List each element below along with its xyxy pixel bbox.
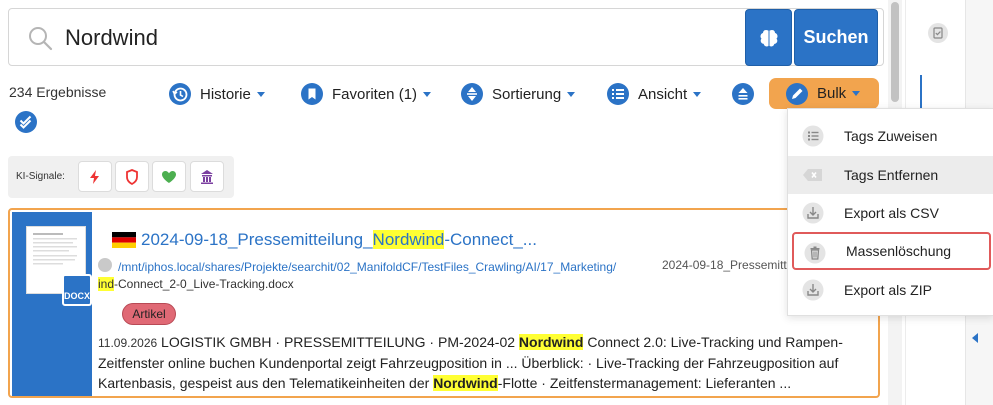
search-button[interactable]: Suchen <box>794 9 878 66</box>
path-highlight: ind <box>98 277 115 291</box>
sort-icon <box>461 83 483 105</box>
bulk-menu-button[interactable]: Bulk <box>769 78 879 109</box>
result-filename: 2024-09-18_Pressemitte <box>662 258 794 272</box>
snippet-highlight: Nordwind <box>433 375 498 391</box>
title-text: 2024-09-18_Pressemitteilung_ <box>141 230 373 249</box>
menu-item-massenloeschung[interactable]: Massenlöschung <box>792 232 991 270</box>
menu-item-export-csv[interactable]: Export als CSV <box>788 194 993 232</box>
snippet-text: LOGISTIK GMBH · PRESSEMITTEILUNG · PM-20… <box>157 334 519 350</box>
favoriten-label: Favoriten (1) <box>332 85 418 103</box>
collapse-arrow-icon[interactable] <box>972 333 978 343</box>
bulk-label: Bulk <box>817 85 847 102</box>
clipboard-check-icon[interactable] <box>927 22 949 44</box>
building-icon <box>201 169 213 184</box>
ki-signal-shield[interactable] <box>115 161 149 192</box>
result-title-link[interactable]: 2024-09-18_Pressemitteilung_Nordwind-Con… <box>141 230 537 250</box>
collapse-toggle[interactable] <box>731 80 763 108</box>
result-count: 234 Ergebnisse <box>9 84 107 100</box>
snippet-date: 11.09.2026 <box>98 336 158 350</box>
document-thumbnail[interactable]: DOCX <box>12 212 92 396</box>
search-icon <box>29 27 53 51</box>
sortierung-label: Sortierung <box>492 85 562 103</box>
menu-item-tags-zuweisen[interactable]: Tags Zuweisen <box>788 117 993 155</box>
brain-icon <box>760 29 777 47</box>
chevron-down-icon <box>693 91 702 97</box>
bookmark-icon <box>301 83 323 105</box>
shield-icon <box>126 168 138 185</box>
result-card[interactable]: DOCX 2024-09-18_Pressemitteilung_Nordwin… <box>8 208 880 398</box>
ansicht-label: Ansicht <box>638 85 688 103</box>
result-snippet: 11.09.2026 LOGISTIK GMBH · PRESSEMITTEIL… <box>98 332 868 393</box>
menu-item-label: Tags Zuweisen <box>844 128 938 144</box>
download-icon <box>802 202 824 224</box>
path-filename: -Connect_2-0_Live-Tracking.docx <box>114 277 294 291</box>
docx-file-icon: DOCX <box>62 274 92 306</box>
ki-signal-building[interactable] <box>190 161 224 192</box>
menu-item-export-zip[interactable]: Export als ZIP <box>788 271 993 309</box>
ansicht-menu[interactable]: Ansicht <box>606 80 702 108</box>
ai-search-button[interactable] <box>745 9 792 66</box>
select-all-check-icon[interactable] <box>14 110 38 134</box>
list-check-icon <box>802 125 824 147</box>
menu-item-tags-entfernen[interactable]: Tags Entfernen <box>788 156 993 194</box>
trash-icon <box>804 242 826 264</box>
heart-icon <box>162 170 176 183</box>
scrollbar-thumb[interactable] <box>891 2 899 102</box>
tag-remove-icon <box>803 169 822 181</box>
snippet-text: -Flotte · Zeitfenstermanagement: Liefera… <box>497 375 792 391</box>
menu-item-label: Tags Entfernen <box>844 167 939 183</box>
menu-item-label: Export als CSV <box>844 205 939 221</box>
historie-menu[interactable]: Historie <box>168 80 265 108</box>
ki-signals-label: KI-Signale: <box>16 171 65 182</box>
snippet-highlight: Nordwind <box>518 334 584 350</box>
menu-item-label: Export als ZIP <box>844 282 932 298</box>
menu-item-label: Massenlöschung <box>846 243 952 259</box>
tag-artikel-badge[interactable]: Artikel <box>122 303 176 325</box>
title-highlight: Nordwind <box>372 230 445 249</box>
chevron-down-icon <box>852 91 861 96</box>
download-icon <box>802 279 824 301</box>
chevron-down-icon <box>423 91 432 97</box>
lightning-icon <box>90 169 99 184</box>
german-flag-icon <box>112 232 136 248</box>
list-view-icon <box>607 83 629 105</box>
historie-label: Historie <box>200 85 251 103</box>
arrow-circle-icon <box>98 258 112 272</box>
result-path-link[interactable]: /mnt/iphos.local/shares/Projekte/searchi… <box>118 257 658 277</box>
chevron-down-icon <box>256 91 265 97</box>
history-icon <box>169 83 191 105</box>
pencil-icon <box>786 82 808 105</box>
result-path-continued: ind-Connect_2-0_Live-Tracking.docx <box>98 277 294 291</box>
sortierung-menu[interactable]: Sortierung <box>460 80 576 108</box>
collapse-up-icon <box>732 83 754 105</box>
ki-signal-lightning[interactable] <box>78 161 112 192</box>
chevron-down-icon <box>567 91 576 97</box>
ki-signal-heart[interactable] <box>152 161 186 192</box>
search-input[interactable] <box>65 19 725 57</box>
favoriten-menu[interactable]: Favoriten (1) <box>300 80 432 108</box>
title-text-end: -Connect_... <box>444 230 537 249</box>
bulk-dropdown-menu: Tags Zuweisen Tags Entfernen Export als … <box>787 108 993 316</box>
